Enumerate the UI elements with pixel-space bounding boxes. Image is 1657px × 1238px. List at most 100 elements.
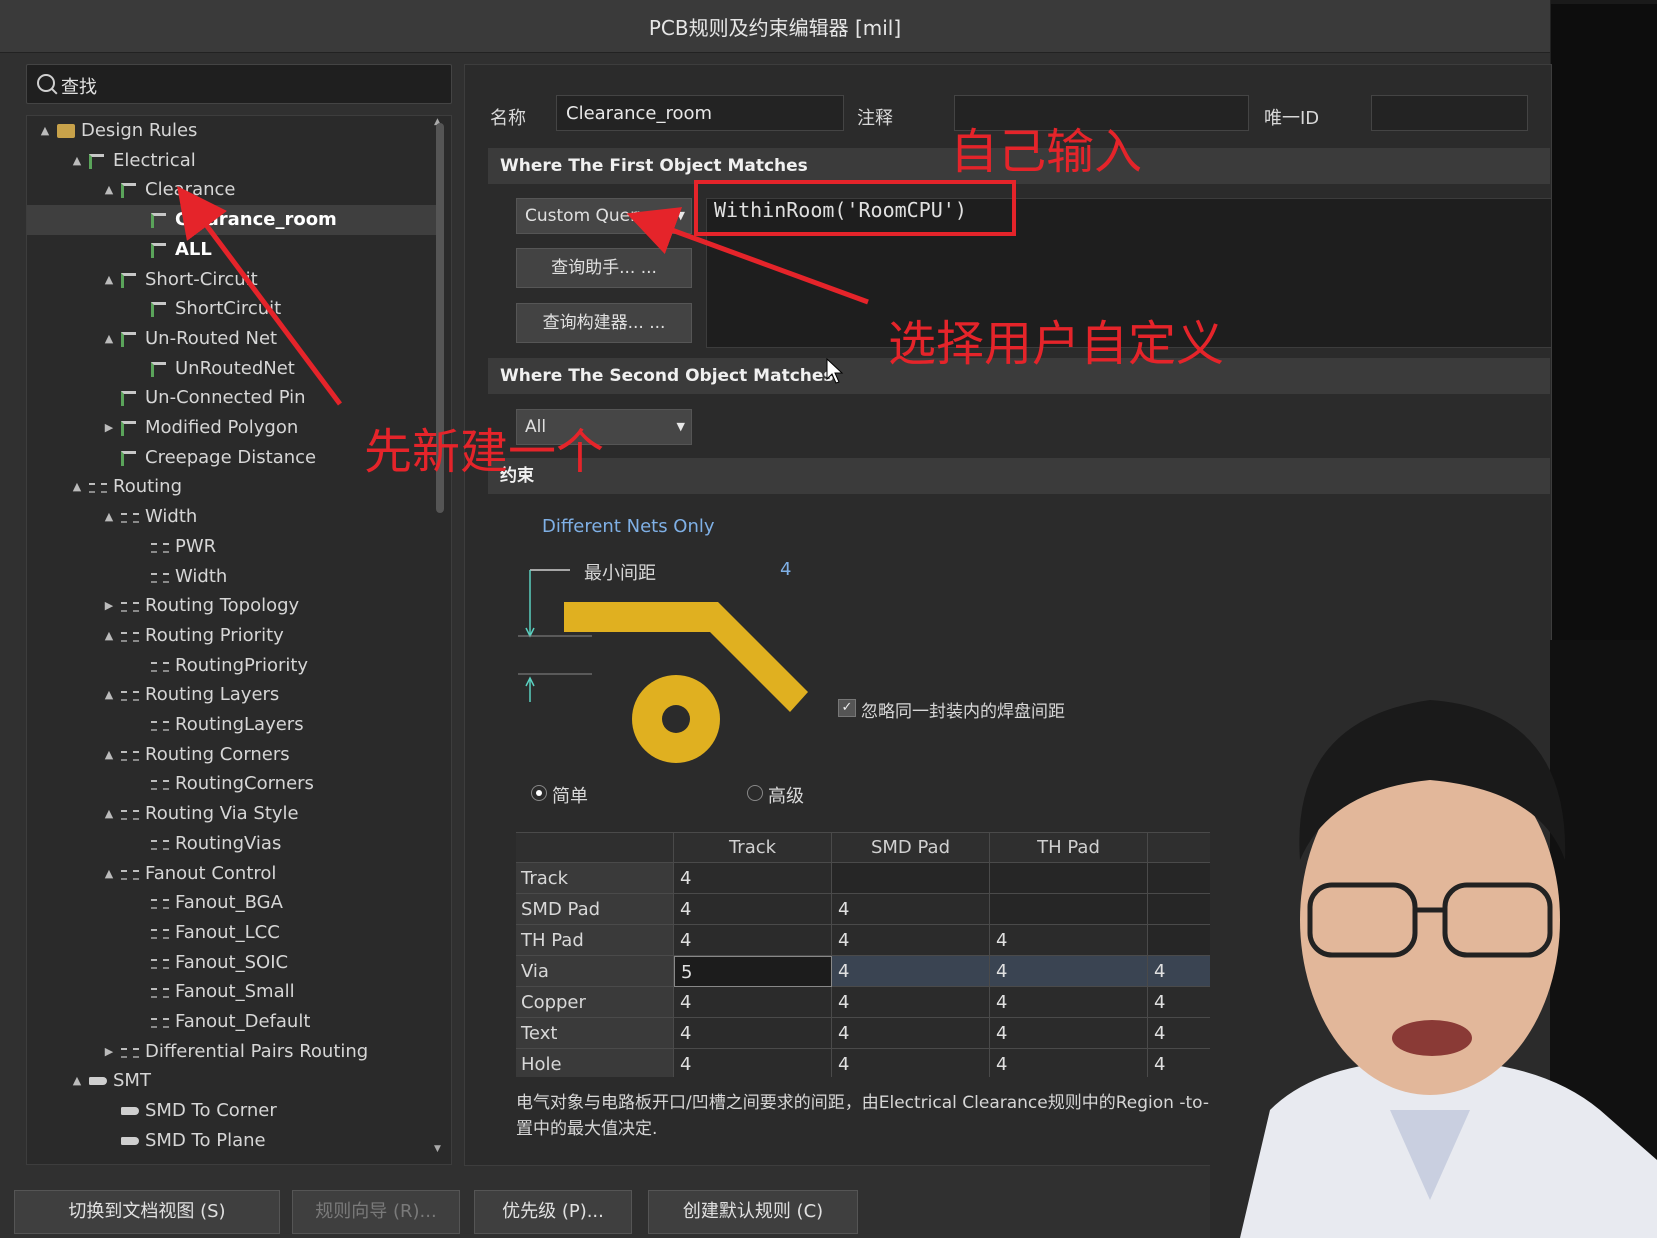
tree-item[interactable]: ▲ Routing Priority [27, 621, 437, 651]
collapse-arrow-icon[interactable]: ▲ [39, 116, 51, 146]
tree-item-label: Fanout_SOIC [175, 951, 289, 973]
tree-item[interactable]: ▲ SMT [27, 1066, 437, 1096]
tree-item[interactable]: ▶ Routing Topology [27, 591, 437, 621]
collapse-arrow-icon[interactable]: ▲ [103, 324, 115, 354]
rules-tree[interactable]: ▲ Design Rules ▲ Electrical ▲ Clearance Cleara… [26, 115, 452, 1165]
comment-label: 注释 [857, 108, 893, 129]
tree-item[interactable]: Clearance_room [27, 205, 437, 236]
annotation-red-box [694, 180, 1016, 236]
matrix-cell[interactable]: 4 [832, 1049, 990, 1077]
collapse-arrow-icon[interactable]: ▲ [71, 1066, 83, 1096]
priority-button[interactable]: 优先级 (P)... [474, 1190, 632, 1234]
collapse-arrow-icon[interactable]: ▲ [103, 740, 115, 770]
tree-item[interactable]: ▲ Fanout Control [27, 859, 437, 889]
collapse-arrow-icon[interactable]: ▲ [103, 502, 115, 532]
min-clearance-value[interactable]: 4 [780, 559, 791, 580]
tree-item[interactable]: ▲ Short-Circuit [27, 265, 437, 295]
collapse-arrow-icon[interactable]: ▲ [103, 859, 115, 889]
tree-item[interactable]: ALL [27, 235, 437, 265]
collapse-arrow-icon[interactable]: ▲ [71, 472, 83, 502]
create-default-rules-button[interactable]: 创建默认规则 (C) [648, 1190, 858, 1234]
tree-item[interactable]: Fanout_Default [27, 1007, 437, 1037]
routing-icon [151, 899, 169, 910]
tree-item[interactable]: RoutingLayers [27, 710, 437, 740]
tree-item[interactable]: SMD To Corner [27, 1096, 437, 1126]
collapse-arrow-icon[interactable]: ▲ [103, 175, 115, 205]
matrix-cell[interactable]: 4 [990, 1018, 1148, 1049]
scroll-down-icon[interactable]: ▼ [434, 1144, 441, 1154]
tree-item[interactable]: ▶ Differential Pairs Routing [27, 1037, 437, 1067]
name-field[interactable]: Clearance_room [556, 95, 844, 131]
expand-arrow-icon[interactable]: ▶ [103, 591, 115, 621]
expand-arrow-icon[interactable]: ▶ [103, 1037, 115, 1067]
tree-item[interactable]: PWR [27, 532, 437, 562]
matrix-cell[interactable]: 4 [990, 1049, 1148, 1077]
net-scope-link[interactable]: Different Nets Only [542, 516, 715, 537]
tree-item-label: Un-Connected Pin [145, 387, 306, 409]
matrix-cell[interactable] [990, 894, 1148, 925]
matrix-cell[interactable]: 4 [832, 925, 990, 956]
mode-simple-radio[interactable] [531, 785, 547, 801]
matrix-cell[interactable]: 4 [832, 956, 990, 987]
tree-item[interactable]: ShortCircuit [27, 294, 437, 324]
tree-item[interactable]: Un-Connected Pin [27, 383, 437, 413]
routing-icon [89, 483, 107, 494]
search-input[interactable]: 查找 [26, 64, 452, 104]
first-object-dropdown[interactable]: Custom Query ▼ [516, 198, 692, 234]
matrix-cell[interactable]: 4 [674, 1049, 832, 1077]
tree-item[interactable]: RoutingVias [27, 829, 437, 859]
matrix-cell[interactable]: 4 [674, 894, 832, 925]
matrix-row-header: Hole [516, 1049, 674, 1077]
tree-item[interactable]: ▲ Design Rules [27, 116, 437, 146]
matrix-cell[interactable] [832, 863, 990, 894]
collapse-arrow-icon[interactable]: ▲ [103, 621, 115, 651]
collapse-arrow-icon[interactable]: ▲ [103, 680, 115, 710]
tree-item[interactable]: ▲ Un-Routed Net [27, 324, 437, 354]
smt-icon [121, 1107, 139, 1116]
tree-item[interactable]: RoutingCorners [27, 769, 437, 799]
collapse-arrow-icon[interactable]: ▲ [103, 799, 115, 829]
constraints-header: 约束 [488, 458, 1550, 494]
tree-item[interactable]: Fanout_LCC [27, 918, 437, 948]
matrix-cell[interactable]: 4 [674, 925, 832, 956]
tree-item[interactable]: Fanout_BGA [27, 888, 437, 918]
matrix-cell[interactable]: 4 [832, 894, 990, 925]
tree-item[interactable]: Width [27, 562, 437, 592]
query-helper-button[interactable]: 查询助手... ... [516, 248, 692, 288]
matrix-cell[interactable]: 4 [832, 987, 990, 1018]
tree-item[interactable]: SMD To Plane [27, 1126, 437, 1156]
query-builder-button[interactable]: 查询构建器... ... [516, 303, 692, 343]
matrix-cell[interactable]: 4 [990, 956, 1148, 987]
tree-item[interactable]: ▲ Routing Via Style [27, 799, 437, 829]
rule-icon [151, 242, 166, 258]
tree-item[interactable]: ▲ Width [27, 502, 437, 532]
tree-item[interactable]: Fanout_SOIC [27, 948, 437, 978]
tree-item-label: Differential Pairs Routing [145, 1040, 369, 1062]
matrix-cell[interactable]: 5 [674, 956, 832, 987]
collapse-arrow-icon[interactable]: ▲ [103, 265, 115, 295]
rule-icon [121, 183, 136, 199]
tree-item-label: PWR [175, 535, 217, 557]
tree-item[interactable]: ▲ Routing Corners [27, 740, 437, 770]
matrix-cell[interactable]: 4 [674, 1018, 832, 1049]
mode-advanced-radio[interactable] [747, 785, 763, 801]
tree-item[interactable]: ▲ Electrical [27, 146, 437, 176]
matrix-cell[interactable]: 4 [990, 987, 1148, 1018]
collapse-arrow-icon[interactable]: ▲ [71, 146, 83, 176]
tree-item[interactable]: ▲ Routing Layers [27, 680, 437, 710]
matrix-cell[interactable]: 4 [674, 987, 832, 1018]
matrix-cell[interactable]: 4 [674, 863, 832, 894]
tree-item[interactable]: Fanout_Small [27, 977, 437, 1007]
expand-arrow-icon[interactable]: ▶ [103, 413, 115, 443]
matrix-cell[interactable]: 4 [990, 925, 1148, 956]
ignore-pad-checkbox[interactable]: ✓ [838, 699, 856, 717]
tree-item[interactable]: RoutingPriority [27, 651, 437, 681]
matrix-cell[interactable] [990, 863, 1148, 894]
tree-item[interactable]: ▲ Clearance [27, 175, 437, 205]
matrix-cell[interactable]: 4 [832, 1018, 990, 1049]
tree-item[interactable]: UnRoutedNet [27, 354, 437, 384]
doc-view-button[interactable]: 切换到文档视图 (S) [14, 1190, 280, 1234]
rule-wizard-button[interactable]: 规则向导 (R)... [292, 1190, 460, 1234]
rule-icon [151, 213, 166, 229]
uid-field[interactable] [1371, 95, 1528, 131]
